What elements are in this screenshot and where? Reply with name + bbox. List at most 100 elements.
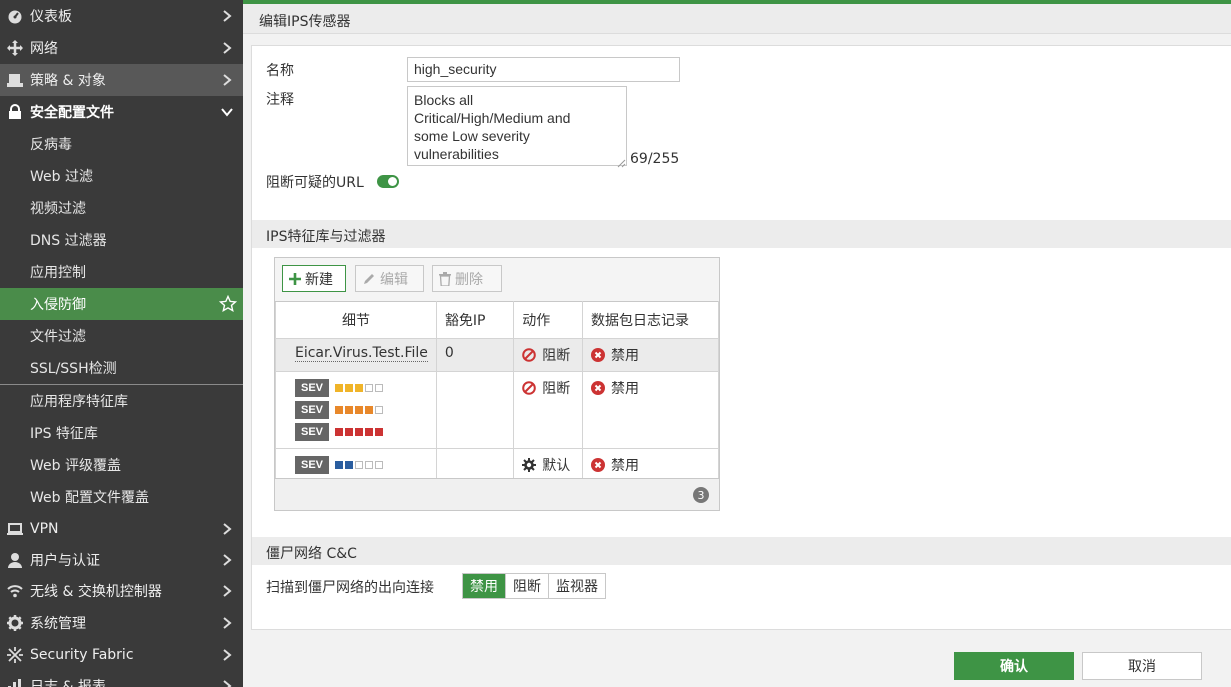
delete-button-label: 删除	[455, 271, 483, 288]
sidebar-item-wifi-switch[interactable]: 无线 & 交换机控制器	[0, 575, 243, 607]
sidebar-sub-app-signatures[interactable]: 应用程序特征库	[0, 385, 243, 417]
sidebar-item-vpn[interactable]: VPN	[0, 513, 243, 544]
cell-log: 禁用	[582, 338, 719, 372]
edit-button[interactable]: 编辑	[355, 265, 424, 292]
chevron-down-icon	[219, 104, 235, 120]
block-icon	[522, 381, 537, 395]
wifi-icon	[6, 582, 24, 600]
chevron-right-icon	[219, 583, 235, 599]
cell-detail: SEV SEV SEV	[275, 371, 437, 449]
cell-action: 阻断	[513, 338, 584, 372]
sidebar-item-user-auth[interactable]: 用户与认证	[0, 544, 243, 575]
gear-icon	[522, 458, 537, 472]
chevron-right-icon	[219, 72, 235, 88]
edit-panel: 名称 high_security 注释 Blocks all Critical/…	[251, 45, 1231, 630]
severity-critical: SEV	[295, 421, 428, 443]
sidebar-item-label: 系统管理	[30, 616, 86, 632]
col-action[interactable]: 动作	[513, 301, 584, 339]
sidebar-sub-ips[interactable]: 入侵防御	[0, 288, 243, 320]
table-row[interactable]: Eicar.Virus.Test.File 0 阻断 禁用	[275, 338, 719, 372]
cell-exempt-ip	[435, 448, 515, 482]
col-exempt-ip[interactable]: 豁免IP	[435, 301, 515, 339]
botnet-section-header: 僵尸网络 C&C	[252, 537, 1231, 565]
plus-icon	[289, 272, 301, 285]
col-packet-logging[interactable]: 数据包日志记录	[582, 301, 719, 339]
policy-icon	[6, 71, 24, 89]
ips-section-title: IPS特征库与过滤器	[266, 229, 386, 245]
lock-icon	[6, 103, 24, 121]
sidebar-item-label: 无线 & 交换机控制器	[30, 584, 162, 600]
ok-button[interactable]: 确认	[954, 652, 1074, 680]
botnet-mode-selector: 禁用 阻断 监视器	[462, 573, 606, 599]
cell-detail: Eicar.Virus.Test.File	[275, 338, 437, 372]
sidebar-item-label: VPN	[30, 520, 59, 537]
delete-button[interactable]: 删除	[432, 265, 502, 292]
trash-icon	[439, 271, 451, 286]
sidebar-item-system[interactable]: 系统管理	[0, 607, 243, 639]
sidebar-item-label: 网络	[30, 41, 58, 57]
ips-section-header: IPS特征库与过滤器	[252, 220, 1231, 248]
star-icon[interactable]	[218, 294, 238, 313]
sidebar-item-policy[interactable]: 策略 & 对象	[0, 64, 243, 96]
cell-detail: SEV	[275, 448, 437, 482]
action-label: 默认	[542, 458, 571, 474]
chevron-right-icon	[219, 615, 235, 631]
sidebar-item-dashboard[interactable]: 仪表板	[0, 0, 243, 32]
sidebar-sub-video-filter[interactable]: 视频过滤	[0, 192, 243, 224]
cell-exempt-ip: 0	[435, 338, 515, 372]
sev-badge: SEV	[295, 379, 329, 397]
chevron-right-icon	[219, 552, 235, 568]
option-monitor[interactable]: 监视器	[549, 574, 605, 598]
resize-grip-icon[interactable]	[617, 156, 626, 168]
col-detail[interactable]: 细节	[275, 301, 437, 339]
sidebar-sub-web-rating-overrides[interactable]: Web 评级覆盖	[0, 449, 243, 481]
sev-badge: SEV	[295, 456, 329, 474]
sidebar-item-log-report[interactable]: 日志 & 报表	[0, 670, 243, 687]
sidebar-sub-web-filter[interactable]: Web 过滤	[0, 160, 243, 192]
sidebar-sub-file-filter[interactable]: 文件过滤	[0, 320, 243, 352]
new-button[interactable]: 新建	[282, 265, 346, 292]
sidebar-sub-app-control[interactable]: 应用控制	[0, 256, 243, 288]
page-title: 编辑IPS传感器	[259, 14, 351, 30]
log-label: 禁用	[611, 348, 640, 364]
comment-textarea[interactable]: Blocks all Critical/High/Medium and some…	[407, 86, 627, 166]
table-row[interactable]: SEV 默认 禁用	[275, 448, 719, 482]
cell-log: 禁用	[582, 448, 719, 482]
filter-grid: 细节 豁免IP 动作 数据包日志记录 Eicar.Virus.Test.File…	[275, 301, 719, 482]
action-label: 阻断	[542, 348, 571, 364]
name-input[interactable]: high_security	[407, 57, 680, 82]
fabric-icon	[6, 646, 24, 664]
disabled-x-icon	[591, 348, 606, 362]
toggle-knob	[388, 177, 397, 186]
sidebar-sub-web-profile-overrides[interactable]: Web 配置文件覆盖	[0, 481, 243, 513]
sidebar-item-label: 策略 & 对象	[30, 73, 106, 89]
ips-filter-table: 新建 编辑 删除 细节 豁免IP 动作 数据包日志记录 Eicar.Virus.…	[274, 257, 720, 511]
sidebar-sub-ssl-inspection[interactable]: SSL/SSH检测	[0, 352, 243, 384]
laptop-icon	[6, 520, 24, 538]
table-header-row: 细节 豁免IP 动作 数据包日志记录	[275, 301, 719, 339]
option-block[interactable]: 阻断	[506, 574, 549, 598]
table-row[interactable]: SEV SEV SEV 阻断 禁用	[275, 371, 719, 449]
sidebar-sub-ips-signatures[interactable]: IPS 特征库	[0, 417, 243, 449]
sidebar-sub-dns-filter[interactable]: DNS 过滤器	[0, 224, 243, 256]
disabled-x-icon	[591, 458, 606, 472]
sidebar-item-security-fabric[interactable]: Security Fabric	[0, 639, 243, 670]
cell-exempt-ip	[435, 371, 515, 449]
row-count-badge: 3	[693, 487, 709, 503]
new-button-label: 新建	[305, 271, 333, 288]
severity-medium: SEV	[295, 377, 428, 399]
action-label: 阻断	[542, 381, 571, 397]
sidebar-sub-antivirus[interactable]: 反病毒	[0, 128, 243, 160]
comment-label: 注释	[266, 92, 294, 108]
log-label: 禁用	[611, 458, 640, 474]
gear-icon	[6, 614, 24, 632]
cancel-button[interactable]: 取消	[1082, 652, 1202, 680]
table-footer: 3	[275, 478, 719, 510]
block-url-toggle[interactable]	[377, 175, 399, 188]
name-label: 名称	[266, 63, 294, 79]
option-disable[interactable]: 禁用	[463, 574, 506, 598]
pencil-icon	[362, 272, 376, 286]
sidebar-item-network[interactable]: 网络	[0, 32, 243, 64]
sidebar-item-security-profiles[interactable]: 安全配置文件	[0, 96, 243, 128]
signature-name[interactable]: Eicar.Virus.Test.File	[295, 345, 428, 362]
